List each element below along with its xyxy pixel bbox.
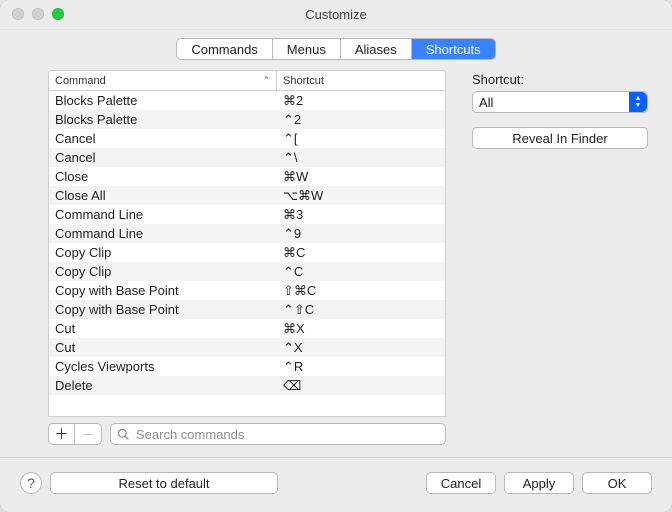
shortcut-table: Command ⌃ Shortcut Blocks Palette⌘2Block… (48, 70, 446, 417)
cell-shortcut: ⌃\ (277, 150, 445, 166)
table-row[interactable]: Cancel⌃\ (49, 148, 445, 167)
apply-button[interactable]: Apply (504, 472, 574, 494)
close-traffic-light[interactable] (12, 8, 24, 20)
cell-command: Copy with Base Point (49, 283, 277, 298)
titlebar: Customize (0, 0, 672, 30)
shortcut-filter-value: All (479, 95, 493, 110)
search-field[interactable] (110, 423, 446, 445)
tabs: Commands Menus Aliases Shortcuts (176, 38, 495, 60)
cell-command: Cycles Viewports (49, 359, 277, 374)
add-remove-group: ＋ − (48, 423, 102, 445)
table-row[interactable]: Cancel⌃[ (49, 129, 445, 148)
cell-shortcut: ⇧⌘C (277, 283, 445, 299)
reveal-in-finder-label: Reveal In Finder (512, 131, 607, 146)
table-row[interactable]: Close All⌥⌘W (49, 186, 445, 205)
cell-shortcut: ⌃X (277, 340, 445, 356)
table-row[interactable]: Blocks Palette⌃2 (49, 110, 445, 129)
table-row[interactable]: Copy Clip⌃C (49, 262, 445, 281)
right-panel: Shortcut: All ▲▼ Reveal In Finder (472, 70, 648, 445)
shortcut-filter-select[interactable]: All ▲▼ (472, 91, 648, 113)
content: Command ⌃ Shortcut Blocks Palette⌘2Block… (0, 70, 672, 445)
window-title: Customize (0, 7, 672, 22)
sort-indicator-icon: ⌃ (262, 75, 270, 86)
table-row[interactable]: Copy Clip⌘C (49, 243, 445, 262)
column-header-shortcut-label: Shortcut (283, 75, 324, 87)
table-row[interactable]: Cycles Viewports⌃R (49, 357, 445, 376)
footer: ? Reset to default Cancel Apply OK (0, 458, 672, 512)
tab-shortcuts[interactable]: Shortcuts (412, 39, 495, 59)
cell-shortcut: ⌃⇧C (277, 302, 445, 318)
table-row[interactable]: Blocks Palette⌘2 (49, 91, 445, 110)
cell-shortcut: ⌥⌘W (277, 188, 445, 204)
tabs-row: Commands Menus Aliases Shortcuts (0, 30, 672, 70)
table-row[interactable]: Close⌘W (49, 167, 445, 186)
plus-icon: ＋ (55, 427, 69, 441)
cell-command: Command Line (49, 207, 277, 222)
cell-command: Cut (49, 321, 277, 336)
cell-shortcut: ⌫ (277, 378, 445, 394)
remove-button[interactable]: − (75, 424, 101, 444)
cell-shortcut: ⌘2 (277, 93, 445, 109)
cell-command: Blocks Palette (49, 112, 277, 127)
cell-command: Blocks Palette (49, 93, 277, 108)
cell-command: Cut (49, 340, 277, 355)
reset-to-default-button[interactable]: Reset to default (50, 472, 278, 494)
cancel-label: Cancel (441, 476, 481, 491)
select-stepper-icon: ▲▼ (629, 92, 647, 112)
cell-shortcut: ⌘X (277, 321, 445, 337)
add-button[interactable]: ＋ (49, 424, 75, 444)
table-row[interactable]: Cut⌃X (49, 338, 445, 357)
left-panel: Command ⌃ Shortcut Blocks Palette⌘2Block… (48, 70, 446, 445)
cell-command: Copy with Base Point (49, 302, 277, 317)
zoom-traffic-light[interactable] (52, 8, 64, 20)
shortcut-filter-label: Shortcut: (472, 72, 648, 87)
column-header-command[interactable]: Command ⌃ (49, 71, 277, 90)
help-icon: ? (27, 475, 35, 491)
cell-shortcut: ⌘3 (277, 207, 445, 223)
ok-label: OK (608, 476, 627, 491)
tab-aliases[interactable]: Aliases (341, 39, 412, 59)
cell-command: Command Line (49, 226, 277, 241)
tab-commands[interactable]: Commands (177, 39, 272, 59)
minus-icon: − (84, 427, 92, 441)
help-button[interactable]: ? (20, 472, 42, 494)
table-header: Command ⌃ Shortcut (49, 71, 445, 91)
cell-shortcut: ⌃2 (277, 112, 445, 128)
cell-command: Copy Clip (49, 245, 277, 260)
cell-command: Delete (49, 378, 277, 393)
cell-shortcut: ⌃9 (277, 226, 445, 242)
table-row[interactable]: Command Line⌃9 (49, 224, 445, 243)
cell-command: Close All (49, 188, 277, 203)
cell-shortcut: ⌃C (277, 264, 445, 280)
cell-command: Copy Clip (49, 264, 277, 279)
customize-window: Customize Commands Menus Aliases Shortcu… (0, 0, 672, 512)
table-row[interactable]: Command Line⌘3 (49, 205, 445, 224)
apply-label: Apply (523, 476, 556, 491)
reset-label: Reset to default (118, 476, 209, 491)
cell-command: Cancel (49, 150, 277, 165)
cell-command: Cancel (49, 131, 277, 146)
table-row[interactable]: Delete⌫ (49, 376, 445, 395)
table-row[interactable]: Copy with Base Point⇧⌘C (49, 281, 445, 300)
minimize-traffic-light[interactable] (32, 8, 44, 20)
cell-shortcut: ⌘W (277, 169, 445, 185)
traffic-lights (12, 8, 64, 20)
table-row[interactable]: Cut⌘X (49, 319, 445, 338)
search-icon (117, 428, 130, 441)
tab-menus[interactable]: Menus (273, 39, 341, 59)
cancel-button[interactable]: Cancel (426, 472, 496, 494)
cell-shortcut: ⌃R (277, 359, 445, 375)
cell-command: Close (49, 169, 277, 184)
reveal-in-finder-button[interactable]: Reveal In Finder (472, 127, 648, 149)
search-input[interactable] (134, 426, 439, 443)
table-footer: ＋ − (48, 417, 446, 445)
column-header-command-label: Command (55, 75, 106, 87)
table-body: Blocks Palette⌘2Blocks Palette⌃2Cancel⌃[… (49, 91, 445, 416)
cell-shortcut: ⌘C (277, 245, 445, 261)
ok-button[interactable]: OK (582, 472, 652, 494)
table-row[interactable]: Copy with Base Point⌃⇧C (49, 300, 445, 319)
cell-shortcut: ⌃[ (277, 131, 445, 147)
column-header-shortcut[interactable]: Shortcut (277, 71, 445, 90)
